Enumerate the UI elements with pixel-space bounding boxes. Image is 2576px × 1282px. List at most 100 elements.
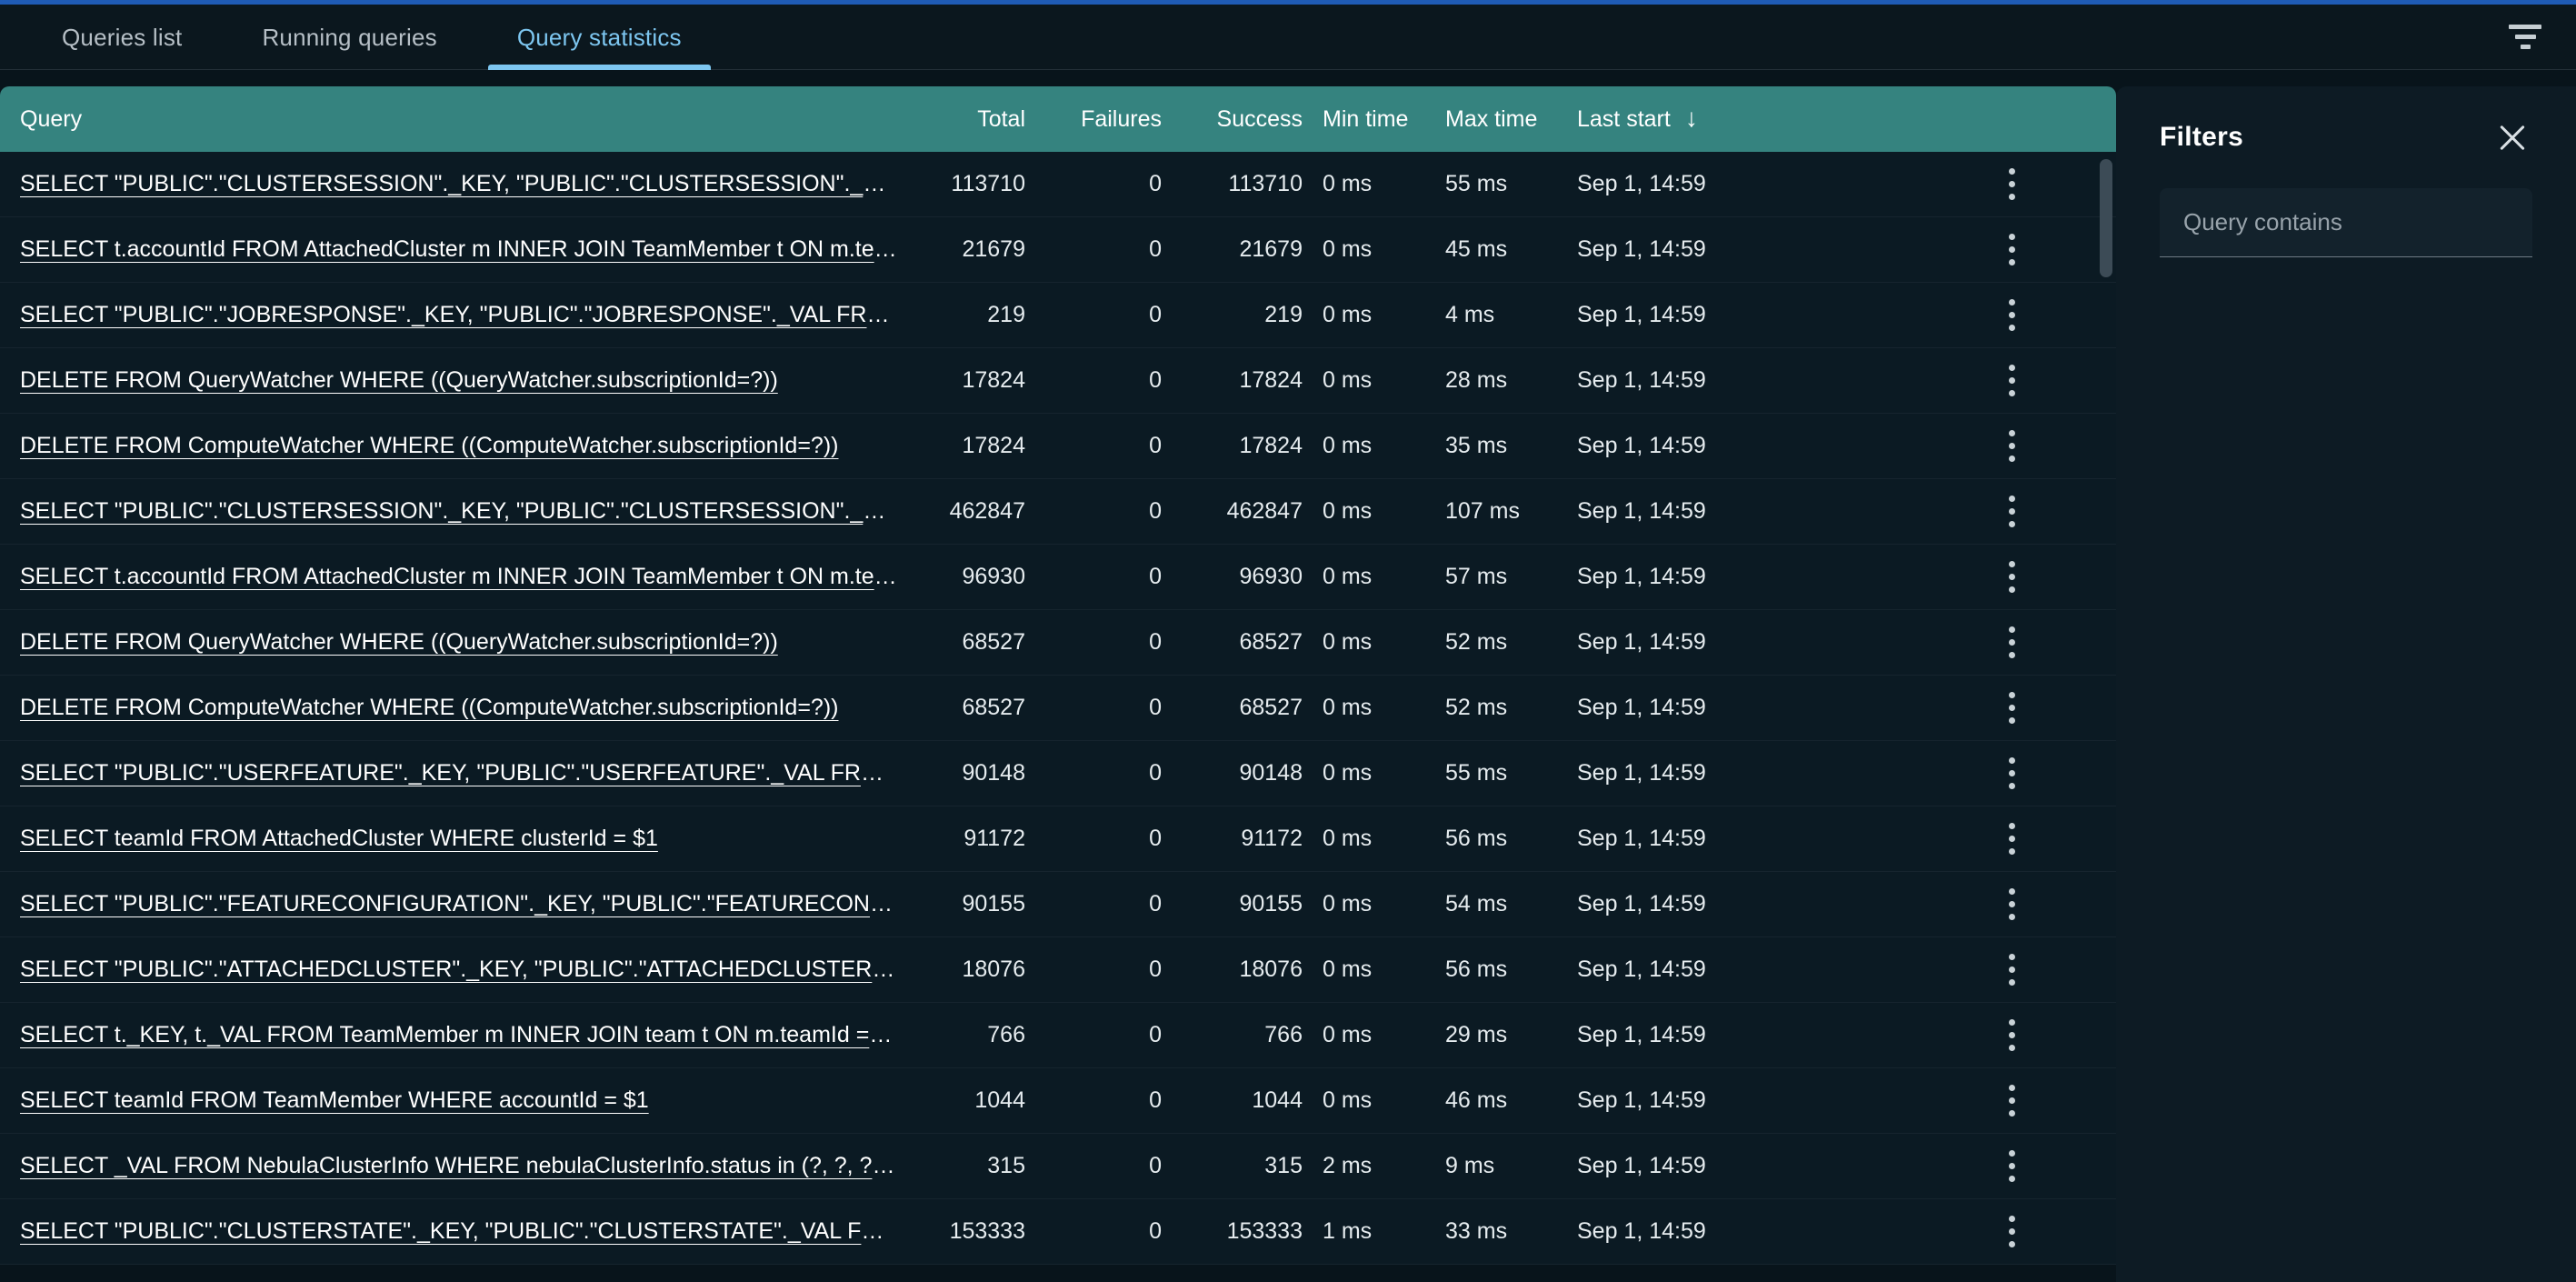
- table-row[interactable]: DELETE FROM QueryWatcher WHERE ((QueryWa…: [0, 610, 2116, 676]
- row-actions-cell: [1939, 686, 2084, 730]
- max-time-cell: 107 ms: [1445, 498, 1520, 524]
- table-scrollbar[interactable]: [2100, 159, 2112, 1282]
- column-header-min-time[interactable]: Min time: [1303, 106, 1425, 133]
- kebab-dot: [2008, 521, 2015, 527]
- failures-cell: 0: [1149, 236, 1162, 262]
- tab-query-statistics[interactable]: Query statistics: [487, 5, 711, 70]
- query-link[interactable]: DELETE FROM ComputeWatcher WHERE ((Compu…: [20, 695, 897, 721]
- query-link[interactable]: SELECT t._KEY, t._VAL FROM TeamMember m …: [20, 1022, 897, 1048]
- query-link[interactable]: SELECT teamId FROM AttachedCluster WHERE…: [20, 826, 897, 852]
- column-header-query[interactable]: Query: [0, 106, 909, 133]
- kebab-menu-icon[interactable]: [1993, 1079, 2030, 1123]
- failures-cell: 0: [1149, 1153, 1162, 1178]
- kebab-menu-icon[interactable]: [1993, 556, 2030, 599]
- success-cell: 68527: [1239, 629, 1303, 655]
- column-header-last-start[interactable]: Last start ↓: [1557, 105, 1939, 133]
- kebab-menu-icon[interactable]: [1993, 1210, 2030, 1254]
- table-row[interactable]: DELETE FROM ComputeWatcher WHERE ((Compu…: [0, 414, 2116, 479]
- table-row[interactable]: SELECT t.accountId FROM AttachedCluster …: [0, 545, 2116, 610]
- query-link[interactable]: SELECT t.accountId FROM AttachedCluster …: [20, 564, 897, 590]
- kebab-menu-icon[interactable]: [1993, 1145, 2030, 1188]
- kebab-menu-icon[interactable]: [1993, 228, 2030, 272]
- table-scrollbar-thumb[interactable]: [2100, 159, 2112, 277]
- success-cell: 113710: [1228, 171, 1303, 196]
- close-icon[interactable]: [2492, 117, 2532, 157]
- kebab-dot: [2008, 639, 2015, 646]
- kebab-dot: [2008, 652, 2015, 658]
- column-header-total[interactable]: Total: [909, 106, 1025, 133]
- filter-funnel-icon[interactable]: [2500, 12, 2551, 63]
- query-cell: SELECT "PUBLIC"."JOBRESPONSE"._KEY, "PUB…: [0, 302, 909, 328]
- table-row[interactable]: SELECT t.accountId FROM AttachedCluster …: [0, 217, 2116, 283]
- table-row[interactable]: SELECT _VAL FROM NebulaClusterInfo WHERE…: [0, 1134, 2116, 1199]
- last-start-cell: Sep 1, 14:59: [1577, 1087, 1706, 1113]
- kebab-menu-icon[interactable]: [1993, 359, 2030, 403]
- min-time-cell: 0 ms: [1323, 302, 1373, 327]
- success-cell: 91172: [1241, 826, 1303, 851]
- query-contains-field[interactable]: [2160, 188, 2532, 257]
- kebab-menu-icon[interactable]: [1993, 752, 2030, 796]
- column-header-failures[interactable]: Failures: [1025, 106, 1162, 133]
- query-link[interactable]: SELECT "PUBLIC"."CLUSTERSTATE"._KEY, "PU…: [20, 1218, 897, 1245]
- table-row[interactable]: SELECT "PUBLIC"."CLUSTERSESSION"._KEY, "…: [0, 152, 2116, 217]
- query-link[interactable]: SELECT "PUBLIC"."JOBRESPONSE"._KEY, "PUB…: [20, 302, 897, 328]
- total-cell: 113710: [951, 171, 1025, 196]
- query-link[interactable]: SELECT "PUBLIC"."ATTACHEDCLUSTER"._KEY, …: [20, 956, 897, 983]
- kebab-dot: [2008, 246, 2015, 253]
- kebab-dot: [2008, 168, 2015, 175]
- success-cell: 90148: [1239, 760, 1303, 786]
- query-link[interactable]: DELETE FROM QueryWatcher WHERE ((QueryWa…: [20, 629, 897, 656]
- kebab-menu-icon[interactable]: [1993, 294, 2030, 337]
- min-time-cell: 0 ms: [1323, 826, 1373, 851]
- query-link[interactable]: SELECT "PUBLIC"."USERFEATURE"._KEY, "PUB…: [20, 760, 897, 786]
- last-start-cell: Sep 1, 14:59: [1577, 367, 1706, 393]
- table-row[interactable]: SELECT "PUBLIC"."ATTACHEDCLUSTER"._KEY, …: [0, 937, 2116, 1003]
- max-time-cell: 52 ms: [1445, 629, 1508, 655]
- query-cell: SELECT t.accountId FROM AttachedCluster …: [0, 236, 909, 263]
- success-cell: 17824: [1239, 367, 1303, 393]
- kebab-menu-icon[interactable]: [1993, 621, 2030, 665]
- failures-cell: 0: [1149, 1087, 1162, 1113]
- table-row[interactable]: SELECT "PUBLIC"."USERFEATURE"._KEY, "PUB…: [0, 741, 2116, 806]
- min-time-cell: 0 ms: [1323, 236, 1373, 262]
- query-link[interactable]: SELECT "PUBLIC"."CLUSTERSESSION"._KEY, "…: [20, 498, 897, 525]
- total-cell: 219: [987, 302, 1025, 327]
- table-row[interactable]: SELECT teamId FROM TeamMember WHERE acco…: [0, 1068, 2116, 1134]
- table-row[interactable]: DELETE FROM ComputeWatcher WHERE ((Compu…: [0, 676, 2116, 741]
- min-time-cell: 0 ms: [1323, 171, 1373, 196]
- query-link[interactable]: SELECT "PUBLIC"."FEATURECONFIGURATION"._…: [20, 891, 897, 917]
- query-link[interactable]: DELETE FROM QueryWatcher WHERE ((QueryWa…: [20, 367, 897, 394]
- kebab-menu-icon[interactable]: [1993, 686, 2030, 730]
- row-actions-cell: [1939, 425, 2084, 468]
- last-start-cell: Sep 1, 14:59: [1577, 302, 1706, 327]
- table-row[interactable]: SELECT "PUBLIC"."FEATURECONFIGURATION"._…: [0, 872, 2116, 937]
- query-link[interactable]: SELECT _VAL FROM NebulaClusterInfo WHERE…: [20, 1153, 897, 1179]
- query-link[interactable]: SELECT t.accountId FROM AttachedCluster …: [20, 236, 897, 263]
- table-row[interactable]: DELETE FROM QueryWatcher WHERE ((QueryWa…: [0, 348, 2116, 414]
- table-row[interactable]: SELECT t._KEY, t._VAL FROM TeamMember m …: [0, 1003, 2116, 1068]
- tab-running-queries[interactable]: Running queries: [233, 5, 465, 70]
- table-row[interactable]: SELECT teamId FROM AttachedCluster WHERE…: [0, 806, 2116, 872]
- kebab-menu-icon[interactable]: [1993, 817, 2030, 861]
- query-link[interactable]: SELECT "PUBLIC"."CLUSTERSESSION"._KEY, "…: [20, 171, 897, 197]
- kebab-menu-icon[interactable]: [1993, 163, 2030, 206]
- table-row[interactable]: SELECT "PUBLIC"."JOBRESPONSE"._KEY, "PUB…: [0, 283, 2116, 348]
- kebab-menu-icon[interactable]: [1993, 425, 2030, 468]
- kebab-menu-icon[interactable]: [1993, 883, 2030, 926]
- total-cell: 1044: [974, 1087, 1025, 1113]
- kebab-menu-icon[interactable]: [1993, 1014, 2030, 1057]
- table-row[interactable]: SELECT "PUBLIC"."CLUSTERSTATE"._KEY, "PU…: [0, 1199, 2116, 1265]
- query-link[interactable]: DELETE FROM ComputeWatcher WHERE ((Compu…: [20, 433, 897, 459]
- query-contains-input[interactable]: [2183, 208, 2509, 236]
- kebab-dot: [2008, 377, 2015, 384]
- tab-queries-list[interactable]: Queries list: [33, 5, 211, 70]
- table-row[interactable]: SELECT "PUBLIC"."CLUSTERSESSION"._KEY, "…: [0, 479, 2116, 545]
- query-link[interactable]: SELECT teamId FROM TeamMember WHERE acco…: [20, 1087, 897, 1114]
- success-cell: 1044: [1252, 1087, 1303, 1113]
- kebab-menu-icon[interactable]: [1993, 490, 2030, 534]
- max-time-cell: 46 ms: [1445, 1087, 1508, 1113]
- kebab-menu-icon[interactable]: [1993, 948, 2030, 992]
- total-cell: 17824: [962, 433, 1025, 458]
- column-header-max-time[interactable]: Max time: [1425, 106, 1557, 133]
- column-header-success[interactable]: Success: [1162, 106, 1303, 133]
